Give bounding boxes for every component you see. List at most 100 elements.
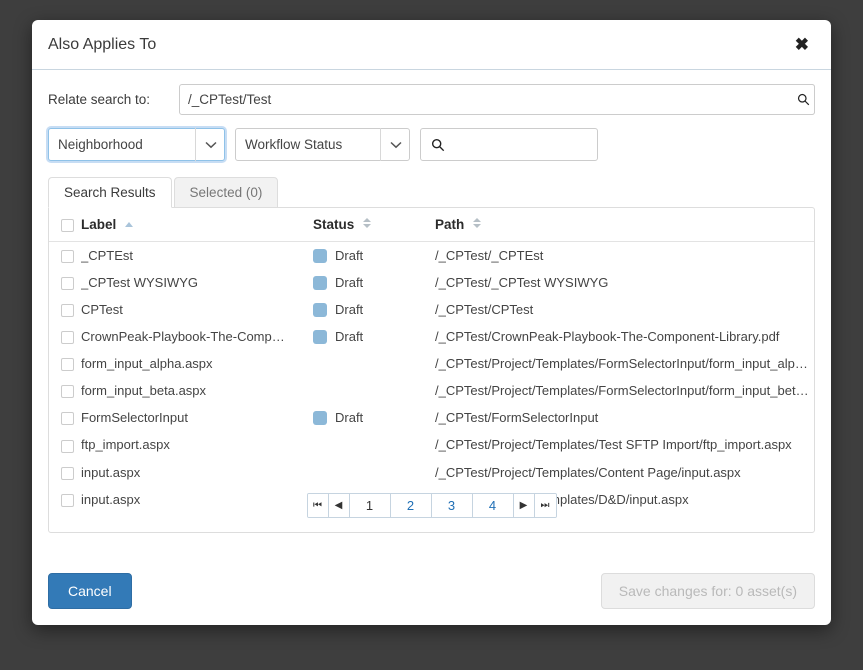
row-label: form_input_alpha.aspx — [81, 356, 213, 372]
row-checkbox-cell — [49, 459, 81, 486]
status-label: Draft — [335, 329, 364, 345]
row-label: form_input_beta.aspx — [81, 383, 207, 399]
row-checkbox-cell — [49, 377, 81, 404]
table-row[interactable]: input.aspx /_CPTest/Project/Templates/Con… — [49, 459, 814, 486]
search-icon — [797, 93, 810, 106]
row-status — [313, 459, 435, 486]
row-checkbox[interactable] — [61, 358, 74, 372]
search-results-panel: Label Status Path _CPTEst Draft/_CPTest/… — [48, 207, 815, 533]
table-row[interactable]: form_input_beta.aspx /_CPTest/Project/Tem… — [49, 377, 814, 404]
dialog-header: Also Applies To ✖ — [32, 20, 831, 70]
close-icon[interactable]: ✖ — [791, 34, 813, 55]
row-path: /_CPTest/Project/Templates/Test SFTP Imp… — [435, 437, 792, 453]
keyword-search-input[interactable] — [420, 128, 598, 161]
row-label: ftp_import.aspx — [81, 437, 170, 453]
row-path: /_CPTest/_CPTest WYSIWYG — [435, 275, 609, 291]
row-checkbox[interactable] — [61, 466, 74, 480]
table-row[interactable]: form_input_alpha.aspx /_CPTest/Project/Te… — [49, 350, 814, 377]
results-table-body: _CPTEst Draft /_CPTest/_CPTEst _CPTest WYSI… — [49, 242, 814, 513]
pagination-page-1: 1 — [349, 494, 391, 517]
pagination-page-4[interactable]: 4 — [472, 494, 514, 517]
asset-type-select-value: Neighborhood — [58, 137, 143, 152]
cancel-button[interactable]: Cancel — [48, 573, 132, 609]
workflow-status-select-value: Workflow Status — [245, 137, 343, 152]
workflow-status-select[interactable]: Workflow Status — [235, 128, 410, 161]
sort-both-icon — [473, 218, 482, 228]
pagination-page-3[interactable]: 3 — [431, 494, 473, 517]
status-label: Draft — [335, 410, 364, 426]
row-checkbox[interactable] — [61, 439, 74, 453]
save-changes-button: Save changes for: 0 asset(s) — [600, 573, 815, 609]
status-label: Draft — [335, 302, 364, 318]
row-path: /_CPTest/CrownPeak-Playbook-The-Componen… — [435, 329, 780, 345]
row-checkbox[interactable] — [61, 304, 74, 318]
status-badge — [313, 248, 327, 263]
column-header-status[interactable]: Status — [313, 208, 435, 242]
row-checkbox[interactable] — [61, 250, 74, 264]
row-status — [313, 431, 435, 458]
select-all-checkbox[interactable] — [61, 218, 74, 232]
relate-search-field — [179, 84, 815, 115]
row-label: FormSelectorInput — [81, 410, 188, 426]
select-all-header — [49, 208, 81, 242]
table-row[interactable]: CrownPeak-Playbook-The-Comp… Draft /_CPTes… — [49, 323, 814, 350]
dialog-footer: Cancel Save changes for: 0 asset(s) — [32, 557, 831, 625]
relate-search-label: Relate search to: — [48, 92, 151, 107]
column-header-path[interactable]: Path — [435, 208, 814, 242]
status-badge — [313, 410, 327, 425]
tab-selected[interactable]: Selected (0) — [173, 177, 279, 208]
row-checkbox[interactable] — [61, 412, 74, 426]
table-row[interactable]: _CPTest WYSIWYG Draft /_CPTest/_CPTest WYS… — [49, 269, 814, 296]
row-label: CPTest — [81, 302, 123, 318]
relate-search-input[interactable] — [179, 84, 815, 115]
status-badge — [313, 329, 327, 344]
row-status — [313, 350, 435, 377]
status-badge — [313, 275, 327, 290]
filter-row: Neighborhood Workflow Status — [48, 128, 815, 161]
row-path: /_CPTest/CPTest — [435, 302, 534, 318]
row-checkbox-cell — [49, 431, 81, 458]
search-icon — [431, 138, 445, 151]
pagination-controls: ⏮ ◀ 1 2 3 4 ▶ ⏭ — [306, 493, 557, 518]
relate-search-button[interactable] — [793, 84, 815, 115]
column-header-label-text: Label — [81, 217, 117, 232]
status-label: Draft — [335, 248, 364, 264]
row-checkbox-cell — [49, 296, 81, 323]
column-header-path-text: Path — [435, 217, 465, 232]
asset-type-select[interactable]: Neighborhood — [48, 128, 225, 161]
row-path: /_CPTest/Project/Templates/FormSelectorI… — [435, 383, 814, 399]
row-path: /_CPTest/FormSelectorInput — [435, 410, 599, 426]
table-row[interactable]: _CPTEst Draft /_CPTest/_CPTEst — [49, 242, 814, 270]
also-applies-to-dialog: Also Applies To ✖ Relate search to: N — [32, 20, 831, 625]
tab-selected-label: Selected (0) — [189, 185, 263, 200]
tab-search-results-label: Search Results — [64, 185, 156, 200]
pagination-next-button[interactable]: ▶ — [513, 494, 535, 517]
row-label: _CPTest WYSIWYG — [81, 275, 199, 291]
row-checkbox-cell — [49, 242, 81, 270]
table-row[interactable]: ftp_import.aspx /_CPTest/Project/Template… — [49, 431, 814, 458]
row-path: /_CPTest/_CPTEst — [435, 248, 544, 264]
column-header-status-text: Status — [313, 217, 355, 232]
row-checkbox[interactable] — [61, 331, 74, 345]
row-status: Draft — [313, 242, 435, 270]
row-status: Draft — [313, 296, 435, 323]
pagination-page-2[interactable]: 2 — [390, 494, 432, 517]
row-checkbox[interactable] — [61, 277, 74, 291]
row-checkbox-cell — [49, 323, 81, 350]
table-row[interactable]: CPTest Draft /_CPTest/CPTest — [49, 296, 814, 323]
row-checkbox[interactable] — [61, 385, 74, 399]
row-status: Draft — [313, 269, 435, 296]
column-header-label[interactable]: Label — [81, 208, 313, 242]
relate-search-row: Relate search to: — [48, 84, 815, 115]
row-label: input.aspx — [81, 464, 141, 480]
pagination-prev-button: ◀ — [328, 494, 350, 517]
page-title: Also Applies To — [48, 35, 157, 53]
row-status — [313, 377, 435, 404]
row-checkbox-cell — [49, 404, 81, 431]
dialog-body: Relate search to: Neighborhood — [32, 70, 831, 557]
pagination-last-button[interactable]: ⏭ — [534, 494, 556, 517]
table-row[interactable]: FormSelectorInput Draft /_CPTest/FormSelec… — [49, 404, 814, 431]
row-label: CrownPeak-Playbook-The-Comp… — [81, 329, 285, 345]
tab-search-results[interactable]: Search Results — [48, 177, 172, 208]
row-checkbox-cell — [49, 350, 81, 377]
